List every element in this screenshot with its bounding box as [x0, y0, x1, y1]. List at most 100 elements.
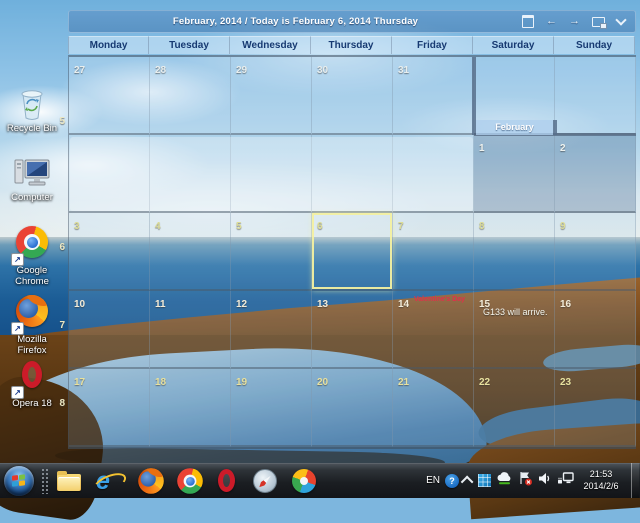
calendar-grid-icon[interactable] [522, 15, 534, 28]
desktop-icon-label: Mozilla Firefox [2, 335, 62, 357]
calendar-day-cell[interactable] [312, 135, 393, 213]
calendar-day-cell[interactable]: 19 [231, 369, 312, 447]
taskbar-opera[interactable] [213, 468, 239, 494]
day-number: 13 [317, 299, 328, 310]
calendar-day-cell-feb-2[interactable]: 2 [555, 135, 636, 213]
day-number: 17 [74, 377, 85, 388]
taskbar-clock[interactable]: 21:53 2014/2/6 [579, 469, 623, 492]
day-number: 6 [317, 221, 323, 232]
calendar-day-cell[interactable]: 17 [69, 369, 150, 447]
desktop-icon-label: Recycle Bin [2, 124, 62, 135]
day-number: 22 [479, 377, 490, 388]
calendar-day-cell[interactable]: 5 [231, 213, 312, 291]
calendar-day-cell[interactable]: 11 [150, 291, 231, 369]
day-number: 2 [560, 143, 566, 154]
desktop-icon-computer[interactable]: Computer [2, 155, 62, 204]
day-header-saturday: Saturday [473, 36, 554, 54]
calendar-day-cell[interactable] [231, 135, 312, 213]
network-icon[interactable] [557, 472, 574, 490]
calendar-day-cell[interactable]: 13 [312, 291, 393, 369]
desktop-icon-google-chrome[interactable]: ↗ Google Chrome [2, 224, 62, 288]
calendar-day-cell-feb-1[interactable]: 1 [474, 135, 555, 213]
calendar-day-cell[interactable]: 10 [69, 291, 150, 369]
calendar-day-cell[interactable]: 20 [312, 369, 393, 447]
show-desktop-button[interactable] [631, 463, 639, 498]
help-question-icon[interactable]: ? [445, 474, 459, 488]
taskbar-internet-explorer[interactable]: e [96, 468, 122, 494]
calendar-day-cell[interactable]: 22 [474, 369, 555, 447]
language-indicator[interactable]: EN [426, 475, 440, 486]
messenger-pinwheel-icon [292, 469, 316, 493]
calendar-day-cell[interactable]: 23 [555, 369, 636, 447]
show-hidden-icons-button[interactable] [461, 476, 474, 489]
system-tray: EN ? 21:53 2014/2/6 [426, 463, 640, 498]
tray-date: 2014/2/6 [579, 481, 623, 493]
event-valentines-day: Valentine's Day [414, 296, 465, 303]
taskbar-firefox[interactable] [135, 468, 161, 494]
taskbar-pinned-icons: e [57, 467, 317, 495]
desktop-icon-recycle-bin[interactable]: Recycle Bin [2, 86, 62, 135]
calendar-day-cell[interactable]: 18 [150, 369, 231, 447]
safari-compass-icon [253, 469, 277, 493]
desktop-icon-mozilla-firefox[interactable]: ↗ Mozilla Firefox [2, 293, 62, 357]
month-label: February [476, 120, 553, 135]
chrome-icon [177, 468, 203, 494]
taskbar-grip[interactable] [41, 468, 50, 494]
calendar-title-bar[interactable]: February, 2014 / Today is February 6, 20… [68, 10, 636, 33]
calendar-day-cell[interactable]: 9 [555, 213, 636, 291]
day-header-thursday: Thursday [311, 36, 392, 54]
calendar-day-cell[interactable]: 30 [312, 57, 393, 135]
cloud-tray-icon[interactable] [496, 472, 513, 490]
prev-month-arrow-icon[interactable]: ← [546, 16, 557, 27]
calendar-day-cell[interactable]: 27 [69, 57, 150, 135]
shortcut-arrow-icon: ↗ [11, 386, 24, 399]
calendar-day-cell[interactable] [555, 57, 636, 135]
start-button[interactable] [4, 466, 34, 496]
day-number: 18 [155, 377, 166, 388]
desktop-icon-opera-18[interactable]: ↗ Opera 18 [2, 358, 62, 410]
opera-icon: ↗ [13, 361, 51, 397]
blue-grid-tray-icon[interactable] [478, 474, 491, 487]
calendar-day-cell[interactable]: 28 [150, 57, 231, 135]
windows-switch-icon[interactable] [592, 17, 605, 27]
day-number: 12 [236, 299, 247, 310]
internet-explorer-icon: e [96, 468, 122, 494]
explorer-folder-icon [57, 474, 81, 491]
calendar-day-cell[interactable]: 16 [555, 291, 636, 369]
calendar-day-cell-today[interactable]: 6 [312, 213, 393, 291]
calendar-day-cell[interactable] [393, 135, 474, 213]
calendar-title: February, 2014 / Today is February 6, 20… [69, 16, 522, 27]
day-number: 30 [317, 65, 328, 76]
next-month-arrow-icon[interactable]: → [569, 16, 580, 27]
calendar-day-cell[interactable]: 3 [69, 213, 150, 291]
windows-flag-icon [12, 474, 25, 486]
volume-speaker-icon[interactable] [538, 472, 552, 490]
desktop-icon-label: Opera 18 [2, 399, 62, 410]
day-number: 29 [236, 65, 247, 76]
day-number: 1 [479, 143, 485, 154]
shortcut-arrow-icon: ↗ [11, 322, 24, 335]
day-header-wednesday: Wednesday [230, 36, 311, 54]
calendar-day-cell-with-note[interactable]: 15 G133 will arrive. [474, 291, 555, 369]
calendar-day-cell[interactable] [69, 135, 150, 213]
calendar-day-cell[interactable]: 4 [150, 213, 231, 291]
day-number: 19 [236, 377, 247, 388]
calendar-day-cell[interactable]: 31 [393, 57, 474, 135]
calendar-day-cell[interactable]: 12 [231, 291, 312, 369]
taskbar-safari[interactable] [252, 468, 278, 494]
calendar-day-cell-valentines[interactable]: 14 Valentine's Day [393, 291, 474, 369]
calendar-day-cell[interactable] [150, 135, 231, 213]
calendar-day-cell[interactable]: 21 [393, 369, 474, 447]
calendar-day-cell[interactable]: 29 [231, 57, 312, 135]
firefox-icon: ↗ [13, 295, 51, 333]
taskbar-chrome[interactable] [174, 468, 200, 494]
collapse-chevron-icon[interactable] [615, 14, 626, 25]
calendar-toolbar: ← → [522, 15, 635, 28]
desktop-icon-label: Computer [2, 193, 62, 204]
taskbar-messenger[interactable] [291, 468, 317, 494]
calendar-day-cell[interactable]: 7 [393, 213, 474, 291]
day-number: 4 [155, 221, 161, 232]
taskbar-windows-explorer[interactable] [57, 468, 83, 494]
action-center-flag-icon[interactable] [518, 471, 533, 491]
calendar-day-cell[interactable]: 8 [474, 213, 555, 291]
